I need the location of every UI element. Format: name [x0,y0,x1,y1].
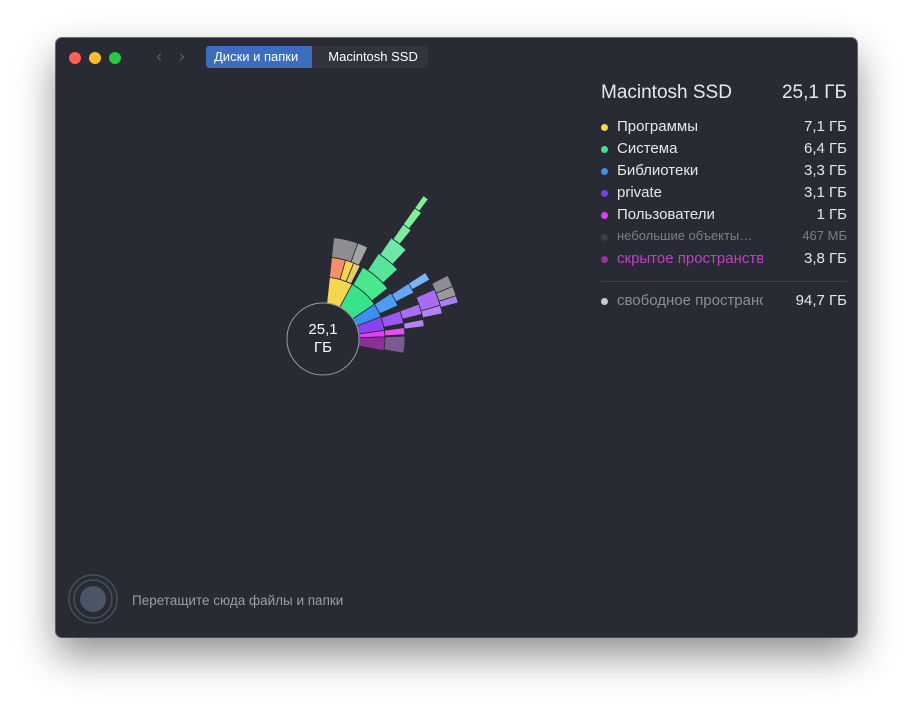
sunburst-segment[interactable] [357,336,386,352]
drop-target-icon[interactable] [68,574,118,624]
legend-size: 3,1 ГБ [804,184,847,201]
legend-item-apps[interactable]: Программы 7,1 ГБ [601,118,847,140]
sunburst-segment[interactable] [407,272,431,291]
legend-label: Система [617,140,678,157]
legend-size: 3,3 ГБ [804,162,847,179]
sunburst-segment[interactable] [383,335,406,354]
sunburst-segment[interactable] [403,319,425,330]
legend-label: private [617,184,663,201]
legend-list: Программы 7,1 ГБ Система 6,4 ГБ Библиоте… [601,118,847,314]
legend-label: Пользователи [617,206,715,223]
legend-label: Библиотеки [617,162,699,179]
legend-dot [601,146,608,153]
center-value: 25,1 [308,321,338,338]
legend-size: 7,1 ГБ [804,118,847,135]
legend-label: небольшие объекты… [617,228,753,243]
legend-item-system[interactable]: Система 6,4 ГБ [601,140,847,162]
legend-size: 3,8 ГБ [804,250,847,267]
sunburst-segment[interactable] [383,327,406,337]
legend-dot [601,256,608,263]
legend-divider [601,281,847,282]
drop-hint-text: Перетащите сюда файлы и папки [132,593,344,608]
legend-item-hidden-space[interactable]: скрытое пространство 3,8 ГБ [601,250,847,272]
legend-item-users[interactable]: Пользователи 1 ГБ [601,206,847,228]
legend-size: 467 МБ [802,228,847,243]
sunburst-chart[interactable] [56,38,596,458]
sunburst-segment[interactable] [414,195,429,212]
sunburst-segment[interactable] [399,303,423,320]
legend-label: свободное пространство [617,292,763,309]
legend-size: 94,7 ГБ [795,292,847,309]
legend-size: 1 ГБ [816,206,847,223]
legend-item-libraries[interactable]: Библиотеки 3,3 ГБ [601,162,847,184]
disk-name: Macintosh SSD [601,82,732,103]
legend-size: 6,4 ГБ [804,140,847,157]
legend-dot [601,234,608,241]
legend-label: Программы [617,118,699,135]
center-unit: ГБ [314,339,332,356]
legend-item-small-objects[interactable]: небольшие объекты… 467 МБ [601,228,847,250]
info-panel: Macintosh SSD 25,1 ГБ Программы 7,1 ГБ С… [601,82,847,314]
legend-item-free-space[interactable]: свободное пространство 94,7 ГБ [601,292,847,314]
legend-dot [601,124,608,131]
legend-label: скрытое пространство [617,250,763,267]
legend-dot [601,298,608,305]
legend-dot [601,190,608,197]
legend-item-private[interactable]: private 3,1 ГБ [601,184,847,206]
chart-center-label: 25,1 ГБ [288,304,358,374]
disk-total: 25,1 ГБ [781,82,847,103]
sunburst-segment[interactable] [380,310,404,328]
legend-dot [601,212,608,219]
panel-header: Macintosh SSD 25,1 ГБ [601,82,847,106]
app-window: ‹ › Диски и папки Macintosh SSD 25,1 ГБ … [56,38,857,637]
legend-dot [601,168,608,175]
